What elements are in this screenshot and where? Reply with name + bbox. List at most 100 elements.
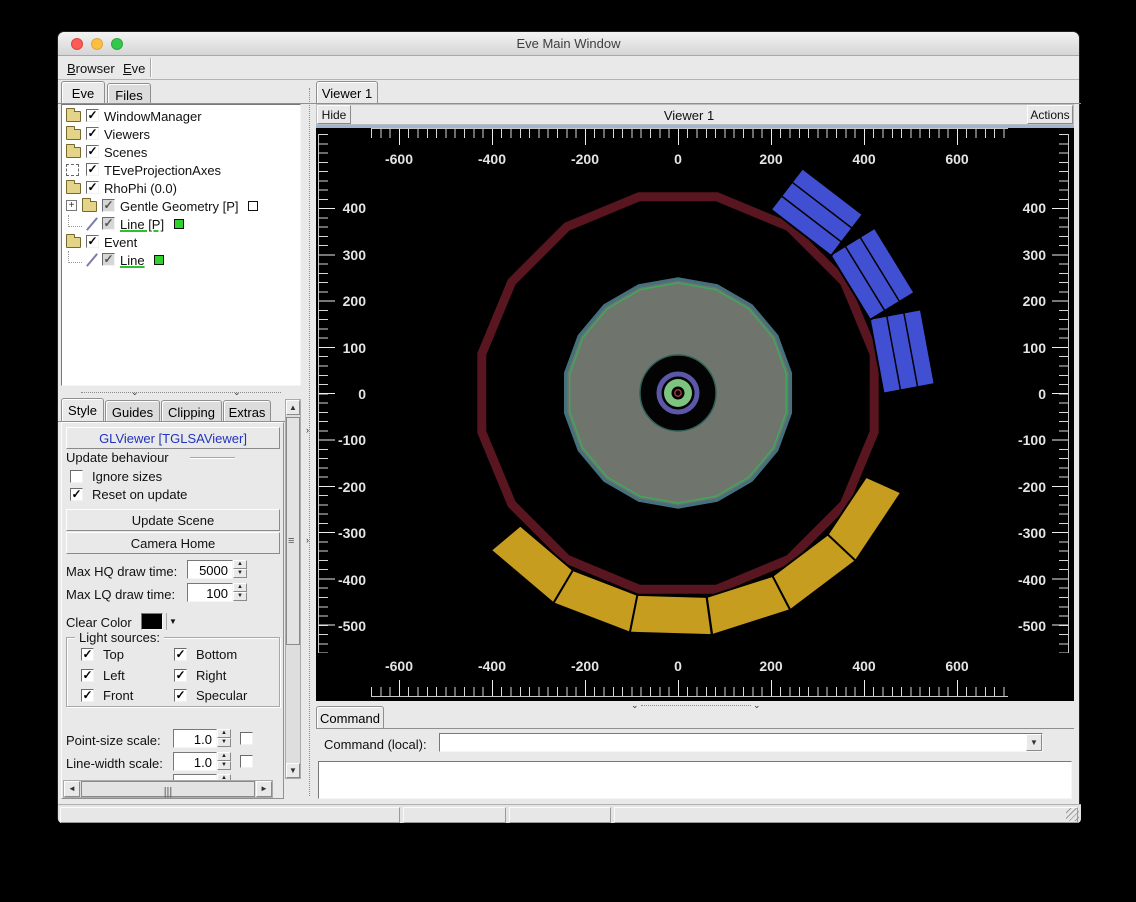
thumb-grip-icon: ≡ [288, 535, 295, 547]
tab-guides[interactable]: Guides [105, 400, 160, 421]
tree-row: WindowManager [62, 107, 300, 125]
light-top-checkbox[interactable] [81, 648, 94, 661]
tree-checkbox[interactable] [102, 217, 115, 230]
command-input[interactable] [439, 733, 1043, 752]
viewer-header: Hide Viewer 1 Actions [316, 104, 1074, 125]
scroll-down-icon[interactable]: ▼ [286, 763, 300, 778]
tree-checkbox[interactable] [86, 235, 99, 248]
light-specular-label: Specular [196, 688, 248, 703]
tab-eve[interactable]: Eve [61, 81, 105, 104]
status-section [403, 807, 506, 823]
tree-item-label[interactable]: Line [P] [120, 217, 164, 232]
menu-bar: Browser Eve [58, 56, 1079, 80]
vscroll-thumb[interactable]: ≡ [286, 417, 300, 645]
light-sources-label: Light sources: [75, 630, 164, 645]
light-specular-checkbox[interactable] [174, 689, 187, 702]
tree-item-label[interactable]: Event [104, 235, 137, 250]
max-lq-label: Max LQ draw time: [66, 587, 176, 602]
actions-button[interactable]: Actions [1027, 105, 1073, 124]
hscroll-thumb[interactable]: ||| [81, 781, 255, 798]
point-size-spinner[interactable]: ▲ ▼ [217, 729, 231, 748]
style-hscrollbar[interactable]: ◄ ► ||| [63, 780, 273, 798]
status-section [60, 807, 400, 823]
max-lq-spinner[interactable]: ▲ ▼ [233, 583, 247, 602]
tree-item-label[interactable]: RhoPhi (0.0) [104, 181, 177, 196]
camera-home-button[interactable]: Camera Home [66, 532, 280, 554]
tree-item-label[interactable]: Gentle Geometry [P] [120, 199, 239, 214]
color-chip-green[interactable] [174, 219, 184, 229]
tab-style[interactable]: Style [61, 398, 104, 421]
light-right-checkbox[interactable] [174, 669, 187, 682]
reset-on-update-checkbox[interactable] [70, 488, 83, 501]
canvas-splitter[interactable]: ⌄ ⌄ [316, 701, 1074, 710]
line-width-field[interactable]: 1.0 [173, 752, 217, 771]
eve-tree: WindowManager Viewers Scenes TEveProject… [61, 104, 301, 386]
command-output[interactable] [318, 761, 1072, 799]
menu-browser[interactable]: Browser [63, 59, 119, 78]
tree-row: Viewers [62, 125, 300, 143]
tab-files[interactable]: Files [107, 83, 151, 104]
gl-viewport[interactable]: -600 -400 -200 0 200 400 600 -600 -400 -… [316, 125, 1074, 701]
tree-item-label[interactable]: Scenes [104, 145, 147, 160]
tree-item-label[interactable]: Viewers [104, 127, 150, 142]
tree-row: TEveProjectionAxes [62, 161, 300, 179]
muon-module-blue [868, 308, 936, 395]
clear-color-label: Clear Color [66, 615, 132, 630]
group-line [190, 457, 235, 459]
status-section [614, 807, 1078, 823]
light-left-label: Left [103, 668, 125, 683]
light-sources-group: Light sources: Top Bottom Left Right Fro… [66, 630, 280, 707]
max-hq-field[interactable]: 5000 [187, 560, 233, 579]
scroll-left-icon[interactable]: ◄ [64, 781, 80, 797]
light-left-checkbox[interactable] [81, 669, 94, 682]
max-lq-field[interactable]: 100 [187, 583, 233, 602]
max-hq-spinner[interactable]: ▲ ▼ [233, 560, 247, 579]
tree-checkbox[interactable] [86, 109, 99, 122]
tree-checkbox[interactable] [86, 145, 99, 158]
spin-down-icon: ▼ [233, 569, 247, 578]
status-bar [58, 804, 1081, 823]
eve-main-window: Eve Main Window Browser Eve Eve Files Wi… [57, 31, 1081, 823]
panel-vsplitter[interactable]: › › [303, 80, 315, 804]
tab-command[interactable]: Command [316, 706, 384, 729]
tab-extras[interactable]: Extras [223, 400, 271, 421]
spin-down-icon: ▼ [217, 761, 231, 770]
tree-checkbox[interactable] [86, 163, 99, 176]
glviewer-header-button[interactable]: GLViewer [TGLSAViewer] [66, 427, 280, 449]
light-front-checkbox[interactable] [81, 689, 94, 702]
light-bottom-checkbox[interactable] [174, 648, 187, 661]
command-dropdown-icon[interactable]: ▼ [1026, 734, 1042, 751]
style-vscrollbar[interactable]: ▲ ▼ ≡ [285, 399, 301, 779]
tree-checkbox[interactable] [102, 199, 115, 212]
tree-checkbox[interactable] [102, 253, 115, 266]
status-section [509, 807, 611, 823]
point-size-checkbox[interactable] [240, 732, 253, 745]
tab-clipping[interactable]: Clipping [161, 400, 222, 421]
resize-grip-icon[interactable] [1066, 808, 1079, 821]
title-bar[interactable]: Eve Main Window [58, 32, 1079, 56]
scroll-right-icon[interactable]: ► [256, 781, 272, 797]
expand-plus-icon[interactable]: + [66, 200, 77, 211]
tree-row: Line [P] [62, 215, 300, 233]
max-hq-label: Max HQ draw time: [66, 564, 178, 579]
line-width-checkbox[interactable] [240, 755, 253, 768]
color-chip-green[interactable] [154, 255, 164, 265]
update-scene-button[interactable]: Update Scene [66, 509, 280, 531]
tree-item-label[interactable]: TEveProjectionAxes [104, 163, 221, 178]
point-size-field[interactable]: 1.0 [173, 729, 217, 748]
tab-viewer1[interactable]: Viewer 1 [316, 81, 378, 104]
scroll-up-icon[interactable]: ▲ [286, 400, 300, 415]
line-width-spinner[interactable]: ▲ ▼ [217, 752, 231, 771]
hide-button[interactable]: Hide [317, 105, 351, 124]
clear-color-swatch[interactable] [141, 613, 163, 630]
ignore-sizes-checkbox[interactable] [70, 470, 83, 483]
tree-checkbox[interactable] [86, 181, 99, 194]
tree-checkbox[interactable] [86, 127, 99, 140]
menu-eve[interactable]: Eve [119, 59, 149, 78]
color-chip-white[interactable] [248, 201, 258, 211]
tree-item-label[interactable]: Line [120, 253, 145, 268]
clear-color-dropdown-icon[interactable]: ▼ [166, 613, 179, 630]
spin-up-icon: ▲ [233, 560, 247, 569]
tree-splitter[interactable]: ⌄ ⌄ [61, 386, 301, 398]
tree-item-label[interactable]: WindowManager [104, 109, 202, 124]
